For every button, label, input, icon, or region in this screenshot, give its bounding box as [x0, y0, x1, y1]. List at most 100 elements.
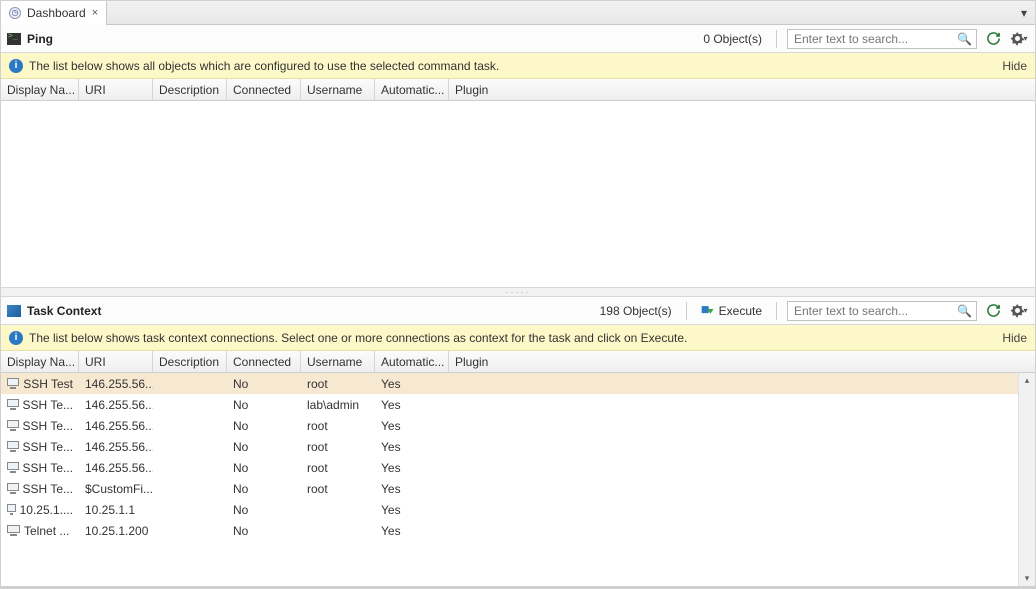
chevron-down-icon: ▾ — [1023, 34, 1027, 43]
lower-grid-body[interactable]: ▴ ▾ SSH Test146.255.56....NorootYesSSH T… — [1, 373, 1035, 586]
refresh-icon — [986, 31, 1001, 46]
table-cell: 146.255.56.... — [79, 398, 153, 412]
table-cell: root — [301, 461, 375, 475]
table-row[interactable]: SSH Te...146.255.56.... NorootYes — [1, 436, 1018, 457]
lower-object-count: 198 Object(s) — [600, 304, 676, 318]
tab-dashboard[interactable]: ◷ Dashboard × — [1, 1, 107, 25]
table-row[interactable]: 10.25.1....10.25.1.1 No Yes — [1, 499, 1018, 520]
table-cell: SSH Te... — [1, 398, 79, 412]
col-uri[interactable]: URI — [79, 351, 153, 372]
lower-search-box[interactable]: 🔍 — [787, 301, 977, 321]
refresh-button[interactable] — [983, 29, 1003, 49]
table-row[interactable]: SSH Te...146.255.56....NorootYes — [1, 415, 1018, 436]
table-row[interactable]: SSH Te...146.255.56....NorootYes — [1, 457, 1018, 478]
close-icon[interactable]: × — [92, 7, 98, 19]
table-cell: 10.25.1.1 — [79, 503, 153, 517]
col-automatic[interactable]: Automatic... — [375, 79, 449, 100]
tab-menu-dropdown[interactable]: ▾ — [1013, 6, 1035, 20]
lower-column-headers: Display Na... URI Description Connected … — [1, 351, 1035, 373]
col-connected[interactable]: Connected — [227, 351, 301, 372]
info-icon: i — [9, 59, 23, 73]
table-row[interactable]: SSH Test146.255.56....NorootYes — [1, 373, 1018, 394]
table-cell: Yes — [375, 524, 449, 538]
col-username[interactable]: Username — [301, 79, 375, 100]
upper-pane-title: Ping — [27, 32, 53, 46]
upper-search-box[interactable]: 🔍 — [787, 29, 977, 49]
search-icon[interactable]: 🔍 — [957, 32, 972, 46]
upper-hide-link[interactable]: Hide — [1002, 59, 1027, 73]
table-cell: root — [301, 482, 375, 496]
table-cell: 146.255.56.... — [79, 419, 153, 433]
settings-button[interactable]: ▾ — [1009, 301, 1029, 321]
connection-icon — [7, 420, 19, 431]
table-cell: SSH Te... — [1, 482, 79, 496]
lower-pane-title: Task Context — [27, 304, 101, 318]
col-username[interactable]: Username — [301, 351, 375, 372]
upper-info-text: The list below shows all objects which a… — [29, 59, 499, 73]
table-cell: $CustomFi... — [79, 482, 153, 496]
table-row[interactable]: SSH Te...$CustomFi...NorootYes — [1, 478, 1018, 499]
col-plugin[interactable]: Plugin — [449, 351, 1035, 372]
col-description[interactable]: Description — [153, 79, 227, 100]
table-cell: No — [227, 503, 301, 517]
search-icon[interactable]: 🔍 — [957, 304, 972, 318]
connection-icon — [7, 441, 19, 452]
lower-search-input[interactable] — [792, 303, 957, 319]
table-cell: 10.25.1.200 — [79, 524, 153, 538]
vertical-scrollbar[interactable]: ▴ ▾ — [1018, 373, 1035, 586]
table-cell: No — [227, 398, 301, 412]
col-plugin[interactable]: Plugin — [449, 79, 1035, 100]
table-row[interactable]: Telnet ...10.25.1.200NoYes — [1, 520, 1018, 541]
connection-icon — [7, 462, 19, 473]
horizontal-splitter[interactable]: ····· — [1, 287, 1035, 297]
execute-label: Execute — [719, 304, 762, 318]
table-cell: Yes — [375, 440, 449, 454]
table-cell: No — [227, 440, 301, 454]
table-cell: Yes — [375, 377, 449, 391]
table-cell: No — [227, 377, 301, 391]
table-cell: root — [301, 419, 375, 433]
upper-pane-header: Ping 0 Object(s) 🔍 ▾ — [1, 25, 1035, 53]
table-cell: SSH Te... — [1, 440, 79, 454]
table-cell: SSH Te... — [1, 461, 79, 475]
task-context-icon — [7, 305, 21, 317]
upper-column-headers: Display Na... URI Description Connected … — [1, 79, 1035, 101]
scroll-up-arrow[interactable]: ▴ — [1025, 373, 1030, 388]
table-cell: 10.25.1.... — [1, 503, 79, 517]
scroll-down-arrow[interactable]: ▾ — [1025, 571, 1030, 586]
table-cell: Yes — [375, 503, 449, 517]
table-cell: SSH Test — [1, 377, 79, 391]
connection-icon — [7, 378, 19, 389]
col-connected[interactable]: Connected — [227, 79, 301, 100]
upper-grid-body[interactable] — [1, 101, 1035, 287]
separator — [776, 302, 777, 320]
execute-icon — [701, 304, 715, 318]
lower-pane-header: Task Context 198 Object(s) Execute 🔍 ▾ — [1, 297, 1035, 325]
command-task-icon — [7, 33, 21, 45]
info-icon: i — [9, 331, 23, 345]
table-row[interactable]: SSH Te...146.255.56....Nolab\adminYes — [1, 394, 1018, 415]
lower-hide-link[interactable]: Hide — [1002, 331, 1027, 345]
table-cell: Yes — [375, 461, 449, 475]
col-display-name[interactable]: Display Na... — [1, 351, 79, 372]
connection-icon — [7, 399, 19, 410]
col-display-name[interactable]: Display Na... — [1, 79, 79, 100]
col-uri[interactable]: URI — [79, 79, 153, 100]
tab-bar: ◷ Dashboard × ▾ — [1, 1, 1035, 25]
connection-icon — [7, 525, 20, 536]
upper-search-input[interactable] — [792, 31, 957, 47]
table-cell: No — [227, 461, 301, 475]
table-cell: SSH Te... — [1, 419, 79, 433]
execute-button[interactable]: Execute — [697, 304, 766, 318]
dashboard-tab-icon: ◷ — [9, 7, 21, 19]
table-cell: 146.255.56.... — [79, 440, 153, 454]
col-automatic[interactable]: Automatic... — [375, 351, 449, 372]
refresh-button[interactable] — [983, 301, 1003, 321]
settings-button[interactable]: ▾ — [1009, 29, 1029, 49]
table-cell: lab\admin — [301, 398, 375, 412]
table-cell: Yes — [375, 419, 449, 433]
table-cell: No — [227, 482, 301, 496]
lower-info-strip: i The list below shows task context conn… — [1, 325, 1035, 351]
col-description[interactable]: Description — [153, 351, 227, 372]
table-cell: root — [301, 440, 375, 454]
